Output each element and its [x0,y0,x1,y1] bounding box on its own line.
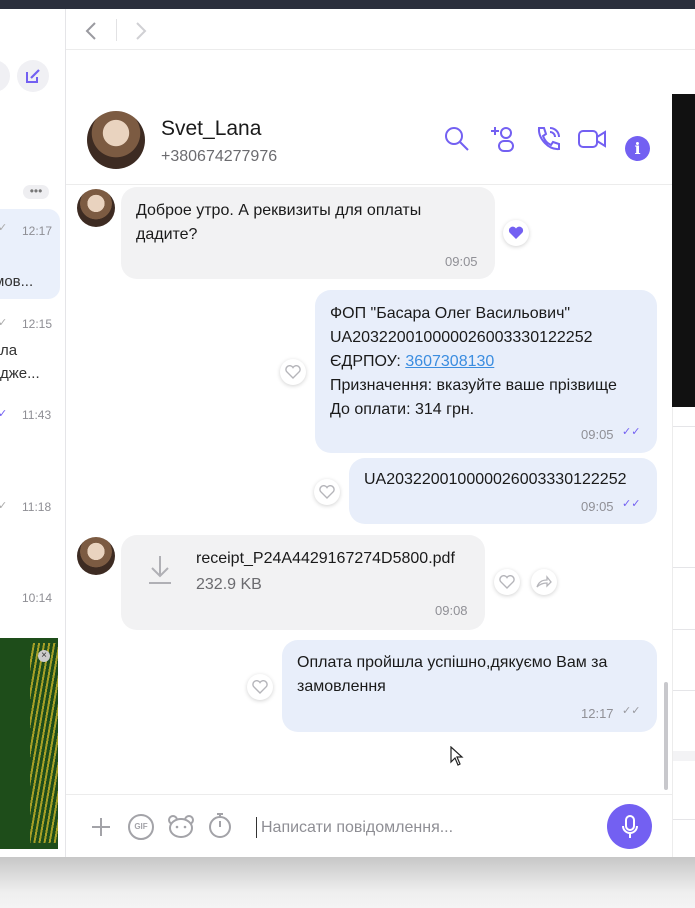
read-ticks-icon: ✓✓ [622,498,641,510]
video-call-icon[interactable] [577,126,607,152]
info-icon[interactable]: i [625,136,650,161]
sticker-icon[interactable] [167,813,195,839]
message-text: замовлення [297,678,386,695]
message-text: Призначення: вказуйте ваше прізвище [330,377,617,394]
message-time: 09:05 [581,499,614,514]
heart-filled-icon [508,226,524,239]
chat-time: 12:17 [22,224,53,238]
heart-outline-icon [499,575,515,589]
compose-icon [26,69,40,83]
message-time: 09:05 [581,427,614,442]
chat-preview: ла [0,342,18,359]
heart-outline-icon [319,485,335,499]
read-ticks-icon: ✓ [0,221,7,234]
message-text-label: ЄДРПОУ: [330,353,406,370]
file-size: 232.9 KB [196,576,262,593]
chat-list-panel: ••• ✓ 12:17 мов... ✓ 12:15 ла дже... ✓ 1… [0,9,66,857]
ad-banner-image[interactable]: × [0,638,58,849]
read-ticks-icon: ✓ [0,407,7,420]
message-composer: GIF Написати повідомлення... [66,794,672,857]
message-time: 09:08 [435,603,468,618]
chat-time: 11:43 [22,408,52,422]
delivered-ticks-icon: ✓✓ [622,705,641,717]
text-cursor [256,817,257,838]
microphone-icon [621,814,638,838]
message-input[interactable]: Написати повідомлення... [261,819,453,837]
window-top-bar [0,0,695,9]
message-text: ФОП "Басара Олег Васильович" [330,305,571,322]
sender-avatar[interactable] [77,189,115,227]
contact-avatar[interactable] [87,111,145,169]
message-text: UA203220010000026003330122252 [330,329,593,346]
message-time: 09:05 [445,254,478,269]
timer-icon[interactable] [207,811,233,839]
navigation-bar [66,9,695,50]
back-arrow-icon[interactable] [84,21,98,41]
search-icon[interactable] [443,125,471,153]
message-text: UA203220010000026003330122252 [364,471,627,488]
chat-header: Svet_Lana +380674277976 i [66,94,672,185]
message-text: До оплати: 314 грн. [330,401,475,418]
window-shadow [0,857,695,908]
sender-avatar[interactable] [77,537,115,575]
share-arrow-icon [536,575,552,588]
search-chats-button[interactable] [0,60,10,92]
gif-icon[interactable]: GIF [128,814,154,840]
forward-arrow-icon[interactable] [134,21,148,41]
chat-time: 12:15 [22,317,53,331]
message-text: Доброе утро. А реквизиты для оплаты [136,202,422,219]
voice-message-button[interactable] [607,804,652,849]
heart-outline-icon [285,365,301,379]
contact-name[interactable]: Svet_Lana [161,117,261,141]
viber-window: ••• ✓ 12:17 мов... ✓ 12:15 ла дже... ✓ 1… [0,9,695,857]
reaction-heart-button[interactable] [247,674,273,700]
read-ticks-icon: ✓✓ [622,426,641,438]
contact-phone: +380674277976 [161,148,278,165]
chat-preview: дже... [0,365,40,382]
message-text: дадите? [136,226,198,243]
reaction-heart-filled[interactable] [503,220,529,246]
read-ticks-icon: ✓ [0,499,7,512]
message-text: ЄДРПОУ: 3607308130 [330,350,494,374]
reaction-heart-button[interactable] [280,359,306,385]
heart-outline-icon [252,680,268,694]
voice-call-icon[interactable] [533,124,563,154]
message-time: 12:17 [581,706,614,721]
close-ad-icon[interactable]: × [38,650,50,662]
file-name[interactable]: receipt_P24A4429167274D5800.pdf [196,547,455,571]
reaction-heart-button[interactable] [314,479,340,505]
add-participant-icon[interactable] [488,124,518,154]
chat-time: 11:18 [22,500,52,514]
chat-time: 10:14 [22,591,53,605]
reaction-heart-button[interactable] [494,569,520,595]
download-icon[interactable] [146,554,174,586]
chat-preview: мов... [0,273,34,290]
compose-button[interactable] [17,60,49,92]
plus-icon[interactable] [90,816,112,838]
contact-photo-preview [672,94,695,407]
chat-scrollbar[interactable] [664,682,668,790]
edrpou-link[interactable]: 3607308130 [405,353,494,370]
mouse-cursor-icon [450,746,464,766]
read-ticks-icon: ✓ [0,316,7,329]
more-options-icon[interactable]: ••• [23,185,49,199]
forward-message-button[interactable] [531,569,557,595]
message-text: Оплата пройшла успішно,дякуємо Вам за [297,654,608,671]
